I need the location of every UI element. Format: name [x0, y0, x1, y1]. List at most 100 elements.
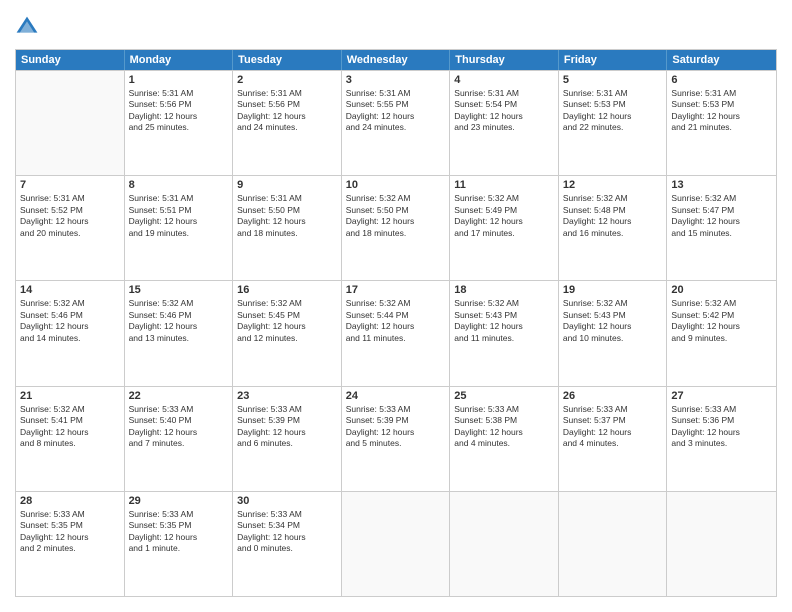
header-day-thursday: Thursday	[450, 50, 559, 70]
header-day-tuesday: Tuesday	[233, 50, 342, 70]
day-info: Sunrise: 5:33 AM Sunset: 5:39 PM Dayligh…	[346, 404, 446, 450]
calendar-cell: 6 Sunrise: 5:31 AM Sunset: 5:53 PM Daylig…	[667, 71, 776, 175]
calendar: SundayMondayTuesdayWednesdayThursdayFrid…	[15, 49, 777, 597]
day-info: Sunrise: 5:32 AM Sunset: 5:43 PM Dayligh…	[563, 298, 663, 344]
calendar-cell: 13 Sunrise: 5:32 AM Sunset: 5:47 PM Dayli…	[667, 176, 776, 280]
calendar-cell: 5Sunrise: 5:31 AM Sunset: 5:53 PM Daylig…	[559, 71, 668, 175]
day-info: Sunrise: 5:31 AM Sunset: 5:53 PM Dayligh…	[563, 88, 663, 134]
day-info: Sunrise: 5:32 AM Sunset: 5:46 PM Dayligh…	[20, 298, 120, 344]
day-info: Sunrise: 5:33 AM Sunset: 5:35 PM Dayligh…	[129, 509, 229, 555]
day-number: 4	[454, 74, 554, 86]
calendar-cell: 11 Sunrise: 5:32 AM Sunset: 5:49 PM Dayli…	[450, 176, 559, 280]
day-number: 26	[563, 390, 663, 402]
calendar-cell: 29 Sunrise: 5:33 AM Sunset: 5:35 PM Dayli…	[125, 492, 234, 596]
day-number: 20	[671, 284, 772, 296]
day-info: Sunrise: 5:32 AM Sunset: 5:42 PM Dayligh…	[671, 298, 772, 344]
day-info: Sunrise: 5:31 AM Sunset: 5:52 PM Dayligh…	[20, 193, 120, 239]
day-info: Sunrise: 5:32 AM Sunset: 5:48 PM Dayligh…	[563, 193, 663, 239]
day-info: Sunrise: 5:33 AM Sunset: 5:39 PM Dayligh…	[237, 404, 337, 450]
calendar-row-2: 7 Sunrise: 5:31 AM Sunset: 5:52 PM Daylig…	[16, 175, 776, 280]
day-info: Sunrise: 5:32 AM Sunset: 5:47 PM Dayligh…	[671, 193, 772, 239]
page: SundayMondayTuesdayWednesdayThursdayFrid…	[0, 0, 792, 612]
header	[15, 15, 777, 39]
header-day-saturday: Saturday	[667, 50, 776, 70]
day-number: 22	[129, 390, 229, 402]
calendar-cell	[559, 492, 668, 596]
calendar-cell: 14 Sunrise: 5:32 AM Sunset: 5:46 PM Dayli…	[16, 281, 125, 385]
day-number: 16	[237, 284, 337, 296]
day-number: 29	[129, 495, 229, 507]
day-number: 10	[346, 179, 446, 191]
day-number: 3	[346, 74, 446, 86]
day-number: 21	[20, 390, 120, 402]
day-number: 17	[346, 284, 446, 296]
header-day-friday: Friday	[559, 50, 668, 70]
day-number: 9	[237, 179, 337, 191]
calendar-cell: 16 Sunrise: 5:32 AM Sunset: 5:45 PM Dayli…	[233, 281, 342, 385]
header-day-sunday: Sunday	[16, 50, 125, 70]
day-number: 1	[129, 74, 229, 86]
calendar-cell: 27Sunrise: 5:33 AM Sunset: 5:36 PM Dayli…	[667, 387, 776, 491]
day-number: 11	[454, 179, 554, 191]
day-number: 14	[20, 284, 120, 296]
calendar-row-4: 21Sunrise: 5:32 AM Sunset: 5:41 PM Dayli…	[16, 386, 776, 491]
calendar-row-5: 28 Sunrise: 5:33 AM Sunset: 5:35 PM Dayli…	[16, 491, 776, 596]
day-info: Sunrise: 5:32 AM Sunset: 5:45 PM Dayligh…	[237, 298, 337, 344]
calendar-row-1: 1 Sunrise: 5:31 AM Sunset: 5:56 PM Daylig…	[16, 70, 776, 175]
day-info: Sunrise: 5:33 AM Sunset: 5:40 PM Dayligh…	[129, 404, 229, 450]
day-number: 13	[671, 179, 772, 191]
day-number: 27	[671, 390, 772, 402]
calendar-cell: 1 Sunrise: 5:31 AM Sunset: 5:56 PM Daylig…	[125, 71, 234, 175]
calendar-cell: 2 Sunrise: 5:31 AM Sunset: 5:56 PM Daylig…	[233, 71, 342, 175]
header-day-monday: Monday	[125, 50, 234, 70]
day-info: Sunrise: 5:31 AM Sunset: 5:51 PM Dayligh…	[129, 193, 229, 239]
day-number: 30	[237, 495, 337, 507]
header-day-wednesday: Wednesday	[342, 50, 451, 70]
calendar-cell: 22 Sunrise: 5:33 AM Sunset: 5:40 PM Dayli…	[125, 387, 234, 491]
day-number: 12	[563, 179, 663, 191]
calendar-cell: 17 Sunrise: 5:32 AM Sunset: 5:44 PM Dayli…	[342, 281, 451, 385]
day-info: Sunrise: 5:32 AM Sunset: 5:43 PM Dayligh…	[454, 298, 554, 344]
day-number: 2	[237, 74, 337, 86]
day-info: Sunrise: 5:33 AM Sunset: 5:38 PM Dayligh…	[454, 404, 554, 450]
day-number: 7	[20, 179, 120, 191]
day-info: Sunrise: 5:33 AM Sunset: 5:34 PM Dayligh…	[237, 509, 337, 555]
calendar-cell: 4 Sunrise: 5:31 AM Sunset: 5:54 PM Daylig…	[450, 71, 559, 175]
day-info: Sunrise: 5:32 AM Sunset: 5:49 PM Dayligh…	[454, 193, 554, 239]
calendar-cell	[450, 492, 559, 596]
day-number: 24	[346, 390, 446, 402]
day-number: 19	[563, 284, 663, 296]
calendar-cell: 24 Sunrise: 5:33 AM Sunset: 5:39 PM Dayli…	[342, 387, 451, 491]
day-info: Sunrise: 5:31 AM Sunset: 5:50 PM Dayligh…	[237, 193, 337, 239]
day-number: 6	[671, 74, 772, 86]
calendar-cell: 28 Sunrise: 5:33 AM Sunset: 5:35 PM Dayli…	[16, 492, 125, 596]
day-number: 18	[454, 284, 554, 296]
day-info: Sunrise: 5:31 AM Sunset: 5:54 PM Dayligh…	[454, 88, 554, 134]
day-info: Sunrise: 5:31 AM Sunset: 5:56 PM Dayligh…	[129, 88, 229, 134]
calendar-cell: 26Sunrise: 5:33 AM Sunset: 5:37 PM Dayli…	[559, 387, 668, 491]
calendar-cell: 21Sunrise: 5:32 AM Sunset: 5:41 PM Dayli…	[16, 387, 125, 491]
day-info: Sunrise: 5:31 AM Sunset: 5:55 PM Dayligh…	[346, 88, 446, 134]
calendar-cell: 25 Sunrise: 5:33 AM Sunset: 5:38 PM Dayli…	[450, 387, 559, 491]
calendar-cell: 15Sunrise: 5:32 AM Sunset: 5:46 PM Dayli…	[125, 281, 234, 385]
calendar-cell: 20 Sunrise: 5:32 AM Sunset: 5:42 PM Dayli…	[667, 281, 776, 385]
calendar-cell	[16, 71, 125, 175]
day-info: Sunrise: 5:33 AM Sunset: 5:35 PM Dayligh…	[20, 509, 120, 555]
logo-icon	[15, 15, 39, 39]
day-info: Sunrise: 5:31 AM Sunset: 5:56 PM Dayligh…	[237, 88, 337, 134]
calendar-body: 1 Sunrise: 5:31 AM Sunset: 5:56 PM Daylig…	[16, 70, 776, 596]
calendar-cell: 7 Sunrise: 5:31 AM Sunset: 5:52 PM Daylig…	[16, 176, 125, 280]
day-info: Sunrise: 5:32 AM Sunset: 5:44 PM Dayligh…	[346, 298, 446, 344]
calendar-cell	[667, 492, 776, 596]
day-number: 25	[454, 390, 554, 402]
calendar-cell: 8Sunrise: 5:31 AM Sunset: 5:51 PM Daylig…	[125, 176, 234, 280]
calendar-cell: 23 Sunrise: 5:33 AM Sunset: 5:39 PM Dayli…	[233, 387, 342, 491]
day-info: Sunrise: 5:32 AM Sunset: 5:50 PM Dayligh…	[346, 193, 446, 239]
calendar-row-3: 14 Sunrise: 5:32 AM Sunset: 5:46 PM Dayli…	[16, 280, 776, 385]
day-number: 28	[20, 495, 120, 507]
calendar-cell: 18 Sunrise: 5:32 AM Sunset: 5:43 PM Dayli…	[450, 281, 559, 385]
day-info: Sunrise: 5:31 AM Sunset: 5:53 PM Dayligh…	[671, 88, 772, 134]
day-number: 23	[237, 390, 337, 402]
calendar-cell: 12 Sunrise: 5:32 AM Sunset: 5:48 PM Dayli…	[559, 176, 668, 280]
calendar-cell: 30 Sunrise: 5:33 AM Sunset: 5:34 PM Dayli…	[233, 492, 342, 596]
